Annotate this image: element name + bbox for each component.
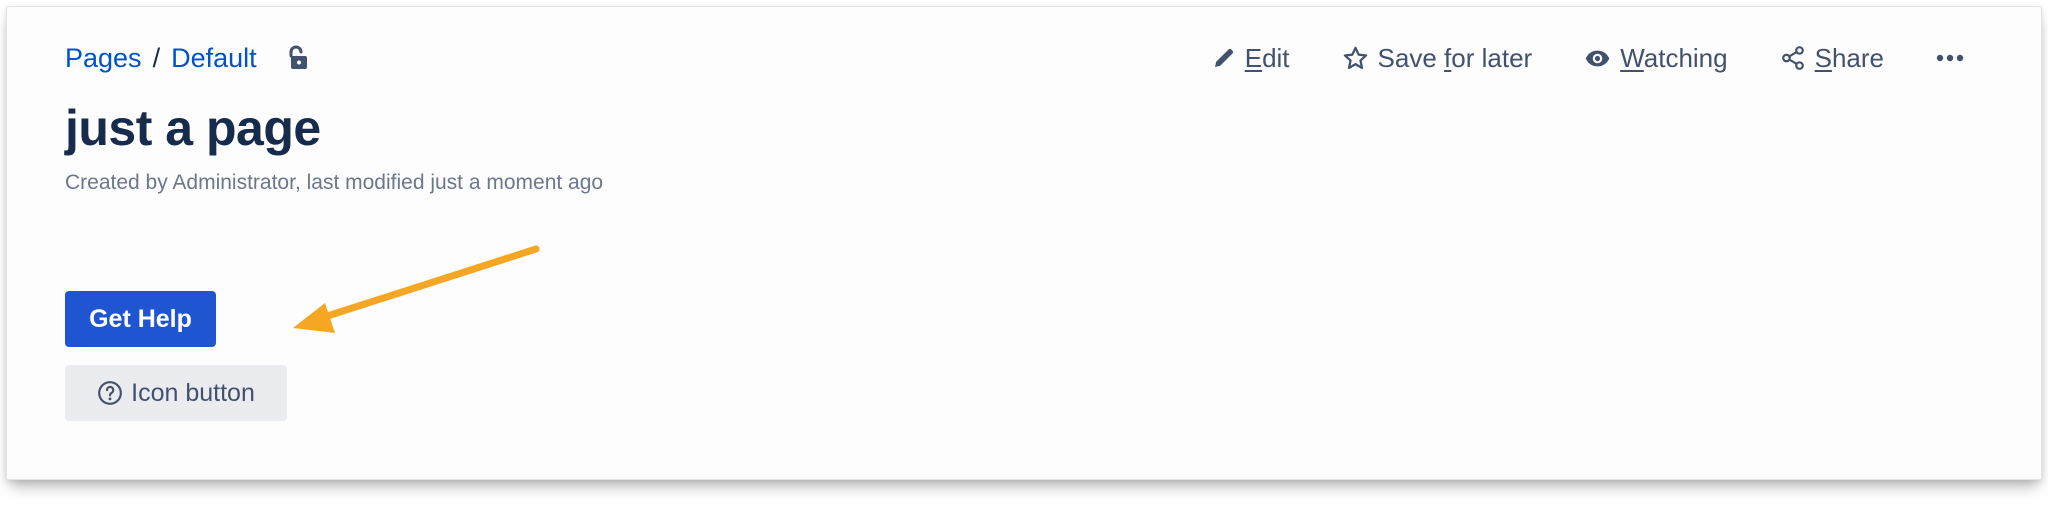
share-icon bbox=[1781, 46, 1804, 70]
unlock-icon[interactable] bbox=[287, 45, 309, 71]
breadcrumb-separator: / bbox=[152, 42, 161, 73]
pencil-icon bbox=[1214, 48, 1233, 67]
more-horizontal-icon bbox=[1936, 54, 1964, 62]
more-actions-button[interactable] bbox=[1936, 53, 1964, 63]
breadcrumb: Pages / Default bbox=[65, 41, 309, 75]
icon-button-label: Icon button bbox=[131, 378, 255, 407]
get-help-button[interactable]: Get Help bbox=[65, 291, 216, 347]
breadcrumb-default-link[interactable]: Default bbox=[171, 43, 257, 74]
page-title: just a page bbox=[65, 100, 321, 156]
share-label: Share bbox=[1814, 42, 1884, 73]
share-button[interactable]: Share bbox=[1780, 43, 1884, 74]
watching-label: Watching bbox=[1620, 42, 1728, 73]
edit-label: Edit bbox=[1244, 42, 1290, 73]
icon-button[interactable]: Icon button bbox=[65, 365, 287, 421]
star-icon bbox=[1343, 46, 1367, 69]
page-byline: Created by Administrator, last modified … bbox=[65, 171, 604, 194]
breadcrumb-pages-link[interactable]: Pages bbox=[65, 43, 142, 74]
save-for-later-label: Save for later bbox=[1377, 42, 1533, 73]
arrow-annotation-icon bbox=[293, 245, 540, 333]
page-actions: Edit Save for later Watching Share bbox=[1212, 40, 1964, 76]
edit-button[interactable]: Edit bbox=[1212, 43, 1290, 74]
save-for-later-button[interactable]: Save for later bbox=[1342, 42, 1533, 74]
question-circle-icon bbox=[98, 381, 123, 405]
eye-icon bbox=[1585, 50, 1610, 66]
watching-button[interactable]: Watching bbox=[1584, 42, 1728, 74]
page-frame: Pages / Default Edit Save for later Watc… bbox=[6, 6, 2042, 480]
